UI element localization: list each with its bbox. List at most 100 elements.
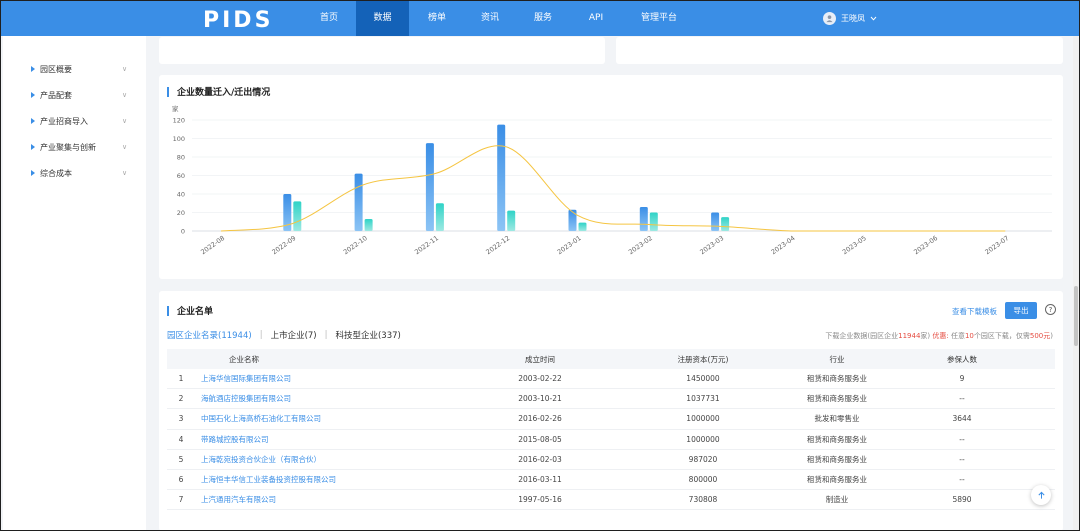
row-index: 6	[178, 475, 184, 485]
user-menu[interactable]: 王晓凤	[823, 1, 877, 36]
bar-series-2	[435, 203, 444, 231]
top-card-right	[616, 37, 1063, 64]
user-avatar-icon	[823, 12, 836, 25]
company-table: 企业名称 成立时间 注册资本(万元) 行业 参保人数 1 上海华信国际集团有限公司…	[167, 349, 1055, 511]
row-index: 4	[178, 434, 184, 444]
x-tick-label: 2023-03	[698, 234, 725, 256]
company-name-link[interactable]: 上海恒丰华信工业装备投资控股有限公司	[195, 474, 421, 485]
founded-date: 2016-03-11	[518, 475, 562, 485]
row-index: 7	[178, 495, 184, 505]
table-row[interactable]: 1 上海华信国际集团有限公司 2003-02-22 1450000 租赁和商务服务业 9	[167, 369, 1055, 390]
registered-capital: 1037731	[686, 394, 720, 404]
founded-date: 2016-02-03	[518, 454, 562, 464]
insured-staff: --	[959, 394, 965, 404]
nav-service[interactable]: 服务	[521, 1, 565, 36]
pids-logo[interactable]: PIDS	[201, 6, 269, 32]
insured-staff: --	[959, 434, 965, 444]
industry: 租赁和商务服务业	[807, 374, 867, 384]
chevron-down-icon	[870, 16, 877, 21]
chevron-down-icon: ∨	[122, 91, 128, 99]
insured-staff: --	[959, 454, 965, 464]
row-index: 5	[178, 454, 184, 464]
table-header: 企业名称 成立时间 注册资本(万元) 行业 参保人数	[167, 349, 1055, 369]
industry: 租赁和商务服务业	[807, 454, 867, 464]
migration-chart: 家 0 20 40 60 80 100 120 2022-08 2022-09 2022-10 202…	[172, 104, 1052, 256]
insured-staff: --	[959, 475, 965, 485]
sidebar-item-overall-cost[interactable]: 综合成本 ∨	[3, 160, 146, 186]
x-tick-label: 2022-12	[485, 234, 512, 256]
y-tick-label: 100	[173, 135, 185, 143]
sidebar-item-park-overview[interactable]: 园区概要 ∨	[3, 56, 146, 82]
company-name-link[interactable]: 中国石化上海高桥石油化工有限公司	[195, 413, 421, 424]
back-to-top-button[interactable]	[1031, 485, 1051, 505]
tab-tech-companies[interactable]: 科技型企业(337)	[335, 329, 400, 341]
download-note[interactable]: 下载企业数据(园区企业11944家) 优惠: 任意10个园区下载，仅需500元)	[825, 331, 1053, 341]
registered-capital: 1450000	[686, 374, 720, 384]
company-name-link[interactable]: 带路城控股有限公司	[195, 434, 421, 445]
founded-date: 2003-10-21	[518, 394, 562, 404]
x-tick-label: 2023-02	[627, 234, 654, 256]
page-scrollbar[interactable]	[1073, 36, 1079, 530]
caret-right-icon	[31, 118, 35, 124]
bar-series-1	[497, 124, 506, 231]
registered-capital: 987020	[688, 454, 718, 464]
company-name-link[interactable]: 上海乾宛投资合伙企业（有限合伙）	[195, 454, 421, 465]
nav-home[interactable]: 首页	[307, 1, 351, 36]
registered-capital: 800000	[688, 475, 718, 485]
caret-right-icon	[31, 144, 35, 150]
y-tick-label: 120	[173, 117, 185, 125]
company-list-title: 企业名单	[167, 304, 213, 317]
tab-listed-companies[interactable]: 上市企业(7)	[271, 329, 317, 341]
table-row[interactable]: 2 海航酒店控股集团有限公司 2003-10-21 1037731 租赁和商务服务业 --	[167, 389, 1055, 410]
y-tick-label: 20	[177, 209, 185, 217]
industry: 制造业	[825, 495, 849, 505]
top-nav: PIDS 首页 数据 榜单 资讯 服务 API 管理平台 王晓凤	[1, 1, 1079, 36]
chevron-down-icon: ∨	[122, 143, 128, 151]
table-row[interactable]: 7 上汽通用汽车有限公司 1997-05-16 730808 制造业 5890	[167, 490, 1055, 511]
bar-series-2	[721, 217, 730, 231]
scrollbar-thumb[interactable]	[1074, 286, 1078, 346]
bar-series-1	[354, 173, 363, 231]
y-tick-label: 40	[177, 191, 185, 199]
nav-data[interactable]: 数据	[356, 1, 409, 36]
table-row[interactable]: 4 带路城控股有限公司 2015-08-05 1000000 租赁和商务服务业 --	[167, 430, 1055, 450]
sidebar-item-label: 园区概要	[40, 64, 72, 74]
bar-series-2	[507, 210, 516, 231]
x-tick-label: 2023-01	[556, 234, 583, 256]
user-name: 王晓凤	[841, 14, 865, 23]
view-template-link[interactable]: 查看下载模板	[952, 306, 997, 317]
caret-right-icon	[31, 170, 35, 176]
col-date: 成立时间	[525, 354, 555, 364]
industry: 租赁和商务服务业	[807, 394, 867, 404]
tab-park-companies[interactable]: 园区企业名录(11944)	[167, 329, 252, 341]
row-index: 1	[178, 374, 184, 384]
chevron-down-icon: ∨	[122, 169, 128, 177]
y-axis-unit: 家	[172, 104, 179, 113]
arrow-up-icon	[1037, 491, 1045, 499]
table-row[interactable]: 5 上海乾宛投资合伙企业（有限合伙） 2016-02-03 987020 租赁和商务服务…	[167, 450, 1055, 470]
nav-api[interactable]: API	[574, 1, 618, 36]
company-name-link[interactable]: 上海华信国际集团有限公司	[195, 373, 421, 384]
sidebar-item-cluster-innovation[interactable]: 产业聚集与创新 ∨	[3, 134, 146, 160]
nav-news[interactable]: 资讯	[468, 1, 512, 36]
company-name-link[interactable]: 上汽通用汽车有限公司	[195, 494, 421, 505]
registered-capital: 730808	[688, 495, 718, 505]
bar-series-1	[568, 209, 577, 231]
export-button[interactable]: 导出	[1005, 302, 1037, 319]
table-row[interactable]: 3 中国石化上海高桥石油化工有限公司 2016-02-26 1000000 批发和零售业…	[167, 409, 1055, 430]
top-card-left	[159, 37, 605, 64]
sidebar-item-product-supporting[interactable]: 产品配套 ∨	[3, 82, 146, 108]
sidebar-item-label: 产业招商导入	[40, 116, 88, 126]
company-name-link[interactable]: 海航酒店控股集团有限公司	[195, 393, 421, 404]
sidebar-item-investment-attraction[interactable]: 产业招商导入 ∨	[3, 108, 146, 134]
nav-admin[interactable]: 管理平台	[633, 1, 685, 36]
table-row[interactable]: 6 上海恒丰华信工业装备投资控股有限公司 2016-03-11 800000 租赁和商务…	[167, 470, 1055, 491]
caret-right-icon	[31, 92, 35, 98]
founded-date: 1997-05-16	[518, 495, 562, 505]
bar-series-1	[639, 206, 648, 231]
nav-ranking[interactable]: 榜单	[415, 1, 459, 36]
bar-series-2	[649, 212, 658, 231]
logo-text: PIDS	[203, 8, 269, 32]
company-list-title-text: 企业名单	[177, 307, 214, 317]
question-circle-icon[interactable]: ?	[1045, 304, 1056, 315]
